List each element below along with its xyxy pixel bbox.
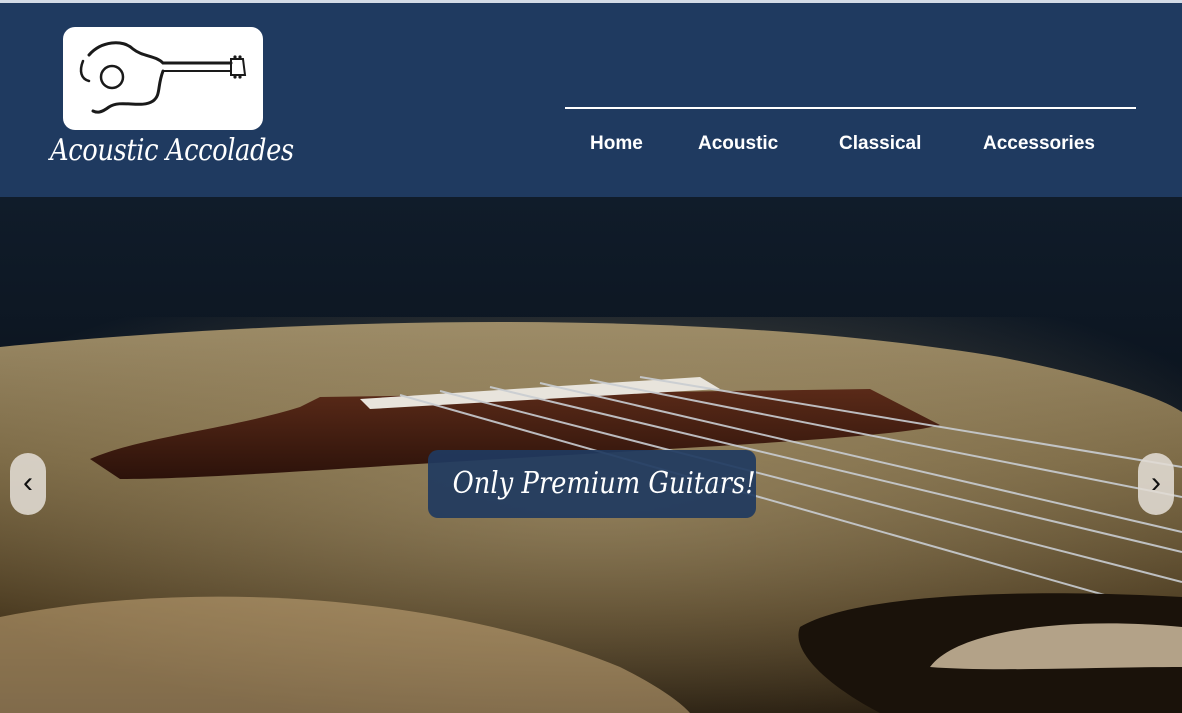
hero-carousel: Only Premium Guitars! ‹ › [0, 197, 1182, 713]
nav-item-accessories[interactable]: Accessories [983, 133, 1095, 155]
hero-caption-text: Only Premium Guitars! [452, 466, 756, 501]
logo[interactable] [63, 27, 263, 130]
carousel-next-button[interactable]: › [1138, 453, 1174, 515]
guitar-outline-icon [79, 41, 247, 114]
nav-item-classical[interactable]: Classical [839, 133, 921, 155]
chevron-left-icon: ‹ [23, 466, 33, 499]
site-header: Acoustic Accolades Home Acoustic Classic… [0, 3, 1182, 197]
nav-item-home[interactable]: Home [590, 133, 643, 155]
chevron-right-icon: › [1151, 466, 1161, 499]
main-nav: Home Acoustic Classical Accessories [565, 130, 1136, 160]
nav-item-acoustic[interactable]: Acoustic [698, 133, 778, 155]
brand-name: Acoustic Accolades [50, 133, 294, 168]
carousel-prev-button[interactable]: ‹ [10, 453, 46, 515]
nav-divider [565, 107, 1136, 109]
hero-caption: Only Premium Guitars! [428, 450, 756, 518]
